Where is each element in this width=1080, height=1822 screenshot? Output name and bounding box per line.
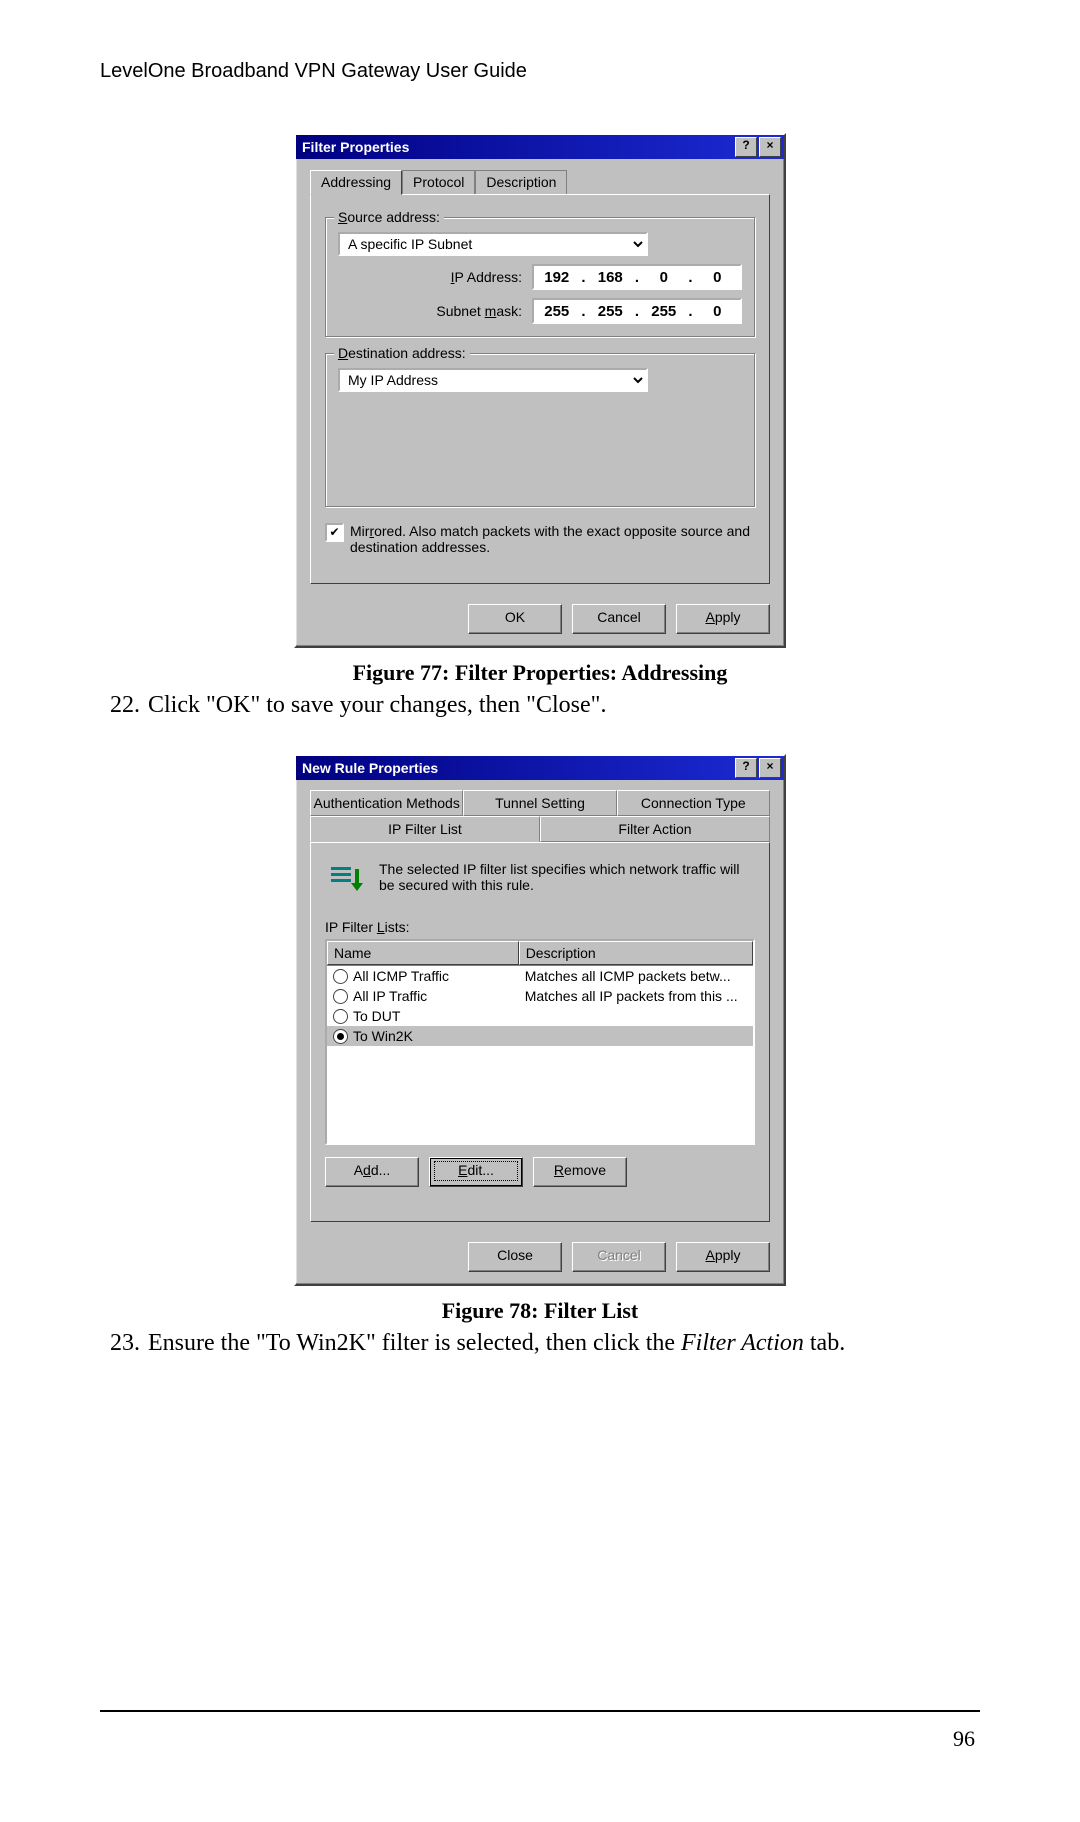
apply-button[interactable]: Apply	[676, 1242, 770, 1272]
destination-address-group: Destination address: My IP Address	[325, 353, 755, 507]
footer-rule	[100, 1710, 980, 1712]
dialog-title: Filter Properties	[302, 139, 409, 155]
table-header: Name Description	[327, 941, 753, 966]
radio-icon[interactable]	[333, 969, 348, 984]
mirrored-checkbox-row[interactable]: ✔ Mirrored. Also match packets with the …	[325, 523, 755, 555]
tab-filter-action[interactable]: Filter Action	[540, 816, 770, 842]
tab-addressing[interactable]: Addressing	[310, 170, 402, 195]
filter-list-description: The selected IP filter list specifies wh…	[379, 861, 755, 893]
dialog-title: New Rule Properties	[302, 760, 438, 776]
cancel-button[interactable]: Cancel	[572, 604, 666, 634]
tab-connection-type[interactable]: Connection Type	[617, 790, 770, 816]
filter-list-icon	[325, 861, 365, 901]
add-button[interactable]: Add...	[325, 1157, 419, 1187]
edit-button[interactable]: Edit...	[429, 1157, 523, 1187]
help-icon[interactable]: ?	[735, 758, 757, 778]
filter-properties-dialog: Filter Properties ? × Addressing Protoco…	[294, 133, 786, 648]
close-button[interactable]: Close	[468, 1242, 562, 1272]
subnet-mask-input[interactable]: 255. 255. 255. 0	[532, 298, 742, 324]
ok-button[interactable]: OK	[468, 604, 562, 634]
tab-ip-filter-list[interactable]: IP Filter List	[310, 816, 540, 842]
tab-authentication-methods[interactable]: Authentication Methods	[310, 790, 463, 816]
table-row[interactable]: All ICMP Traffic Matches all ICMP packet…	[327, 966, 753, 986]
figure77-caption: Figure 77: Filter Properties: Addressing	[100, 660, 980, 686]
close-icon[interactable]: ×	[759, 137, 781, 157]
radio-icon[interactable]	[333, 989, 348, 1004]
new-rule-properties-dialog: New Rule Properties ? × Authentication M…	[294, 754, 786, 1286]
radio-icon[interactable]	[333, 1009, 348, 1024]
close-icon[interactable]: ×	[759, 758, 781, 778]
source-address-group: Source address: A specific IP Subnet IP …	[325, 217, 755, 337]
mirrored-checkbox[interactable]: ✔	[325, 523, 344, 542]
tab-tunnel-setting[interactable]: Tunnel Setting	[463, 790, 616, 816]
apply-button[interactable]: Apply	[676, 604, 770, 634]
mirrored-label: Mirrored. Also match packets with the ex…	[350, 523, 755, 555]
destination-legend: Destination address:	[334, 345, 470, 361]
figure78-caption: Figure 78: Filter List	[100, 1298, 980, 1324]
filter-lists-table[interactable]: Name Description All ICMP Traffic Matche…	[325, 939, 755, 1145]
tab-description[interactable]: Description	[475, 170, 567, 195]
help-icon[interactable]: ?	[735, 137, 757, 157]
step-23: 23. Ensure the "To Win2K" filter is sele…	[100, 1330, 980, 1357]
radio-icon[interactable]	[333, 1029, 348, 1044]
col-description[interactable]: Description	[519, 941, 753, 965]
doc-header: LevelOne Broadband VPN Gateway User Guid…	[100, 60, 980, 83]
ip-address-label: IP Address:	[382, 269, 522, 285]
remove-button[interactable]: Remove	[533, 1157, 627, 1187]
titlebar: Filter Properties ? ×	[296, 135, 784, 159]
destination-address-select[interactable]: My IP Address	[338, 368, 648, 392]
tab-protocol[interactable]: Protocol	[402, 170, 475, 195]
source-legend: Source address:	[334, 209, 444, 225]
ip-address-input[interactable]: 192. 168. 0. 0	[532, 264, 742, 290]
col-name[interactable]: Name	[327, 941, 519, 965]
table-row[interactable]: To Win2K	[327, 1026, 753, 1046]
filter-lists-label: IP Filter Lists:	[325, 919, 755, 935]
table-row[interactable]: To DUT	[327, 1006, 753, 1026]
source-address-select[interactable]: A specific IP Subnet	[338, 232, 648, 256]
cancel-button: Cancel	[572, 1242, 666, 1272]
titlebar: New Rule Properties ? ×	[296, 756, 784, 780]
page-number: 96	[953, 1726, 975, 1752]
subnet-mask-label: Subnet mask:	[382, 303, 522, 319]
table-row[interactable]: All IP Traffic Matches all IP packets fr…	[327, 986, 753, 1006]
step-22: 22. Click "OK" to save your changes, the…	[100, 692, 980, 719]
